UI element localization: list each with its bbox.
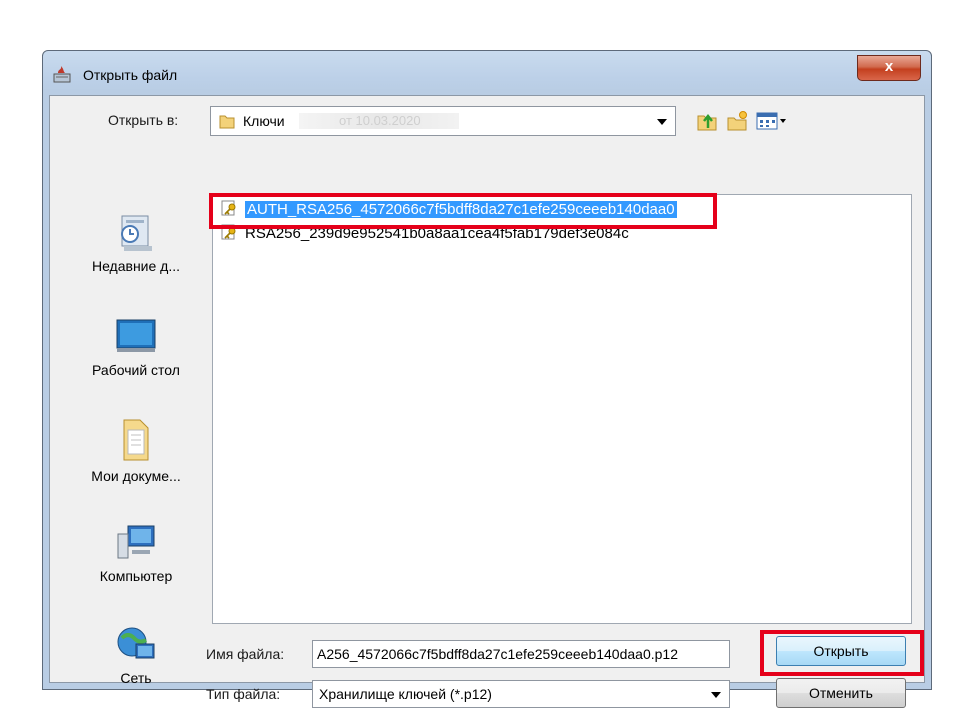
- filename-label: Имя файла:: [206, 646, 285, 662]
- open-file-dialog: Открыть файл x Открыть в: Ключи от 10.03…: [42, 50, 932, 708]
- view-menu-icon[interactable]: [756, 110, 788, 132]
- new-folder-icon[interactable]: [726, 110, 748, 132]
- place-my-documents[interactable]: Мои докуме...: [66, 416, 206, 484]
- place-recent-documents[interactable]: Недавние д...: [66, 210, 206, 274]
- look-in-label: Открыть в:: [108, 112, 179, 128]
- selected-file-highlight: [209, 193, 717, 229]
- open-button-highlight: [760, 630, 924, 676]
- place-label: Компьютер: [99, 568, 173, 584]
- java-app-icon: [53, 66, 71, 83]
- computer-icon: [117, 525, 155, 559]
- file-list[interactable]: AUTH_RSA256_4572066c7f5bdff8da27c1efe259…: [209, 193, 912, 624]
- place-label: Недавние д...: [91, 258, 181, 274]
- filetype-value: Хранилище ключей (*.p12): [319, 686, 492, 702]
- up-folder-icon[interactable]: [696, 110, 718, 132]
- look-in-combobox[interactable]: Ключи от 10.03.2020: [210, 106, 676, 136]
- desktop-icon: [116, 319, 156, 352]
- recent-documents-icon: [121, 215, 152, 251]
- place-label: Мои докуме...: [91, 468, 181, 484]
- place-desktop[interactable]: Рабочий стол: [66, 314, 206, 378]
- network-icon: [117, 627, 155, 659]
- filetype-label: Тип файла:: [206, 686, 281, 702]
- window-title: Открыть файл: [83, 67, 178, 83]
- my-documents-icon: [123, 419, 149, 461]
- place-label: Рабочий стол: [92, 362, 180, 378]
- place-label: Сеть: [120, 670, 152, 686]
- place-computer[interactable]: Компьютер: [66, 520, 206, 584]
- look-in-value: Ключи: [243, 113, 285, 129]
- title-bar[interactable]: Открыть файл x: [43, 51, 931, 95]
- dialog-client-area: Открыть в: Ключи от 10.03.2020 Недавние …: [49, 95, 925, 708]
- places-bar: Недавние д... Рабочий стол Мои докуме...: [66, 194, 206, 714]
- place-network[interactable]: Сеть: [66, 622, 206, 686]
- chevron-down-icon[interactable]: [657, 119, 667, 125]
- close-button[interactable]: x: [857, 55, 921, 81]
- look-in-hidden-text: от 10.03.2020: [299, 113, 459, 129]
- filename-input[interactable]: А256_4572066c7f5bdff8da27c1efe259ceeeb14…: [312, 640, 730, 668]
- folder-icon: [219, 115, 235, 129]
- chevron-down-icon[interactable]: [711, 692, 721, 698]
